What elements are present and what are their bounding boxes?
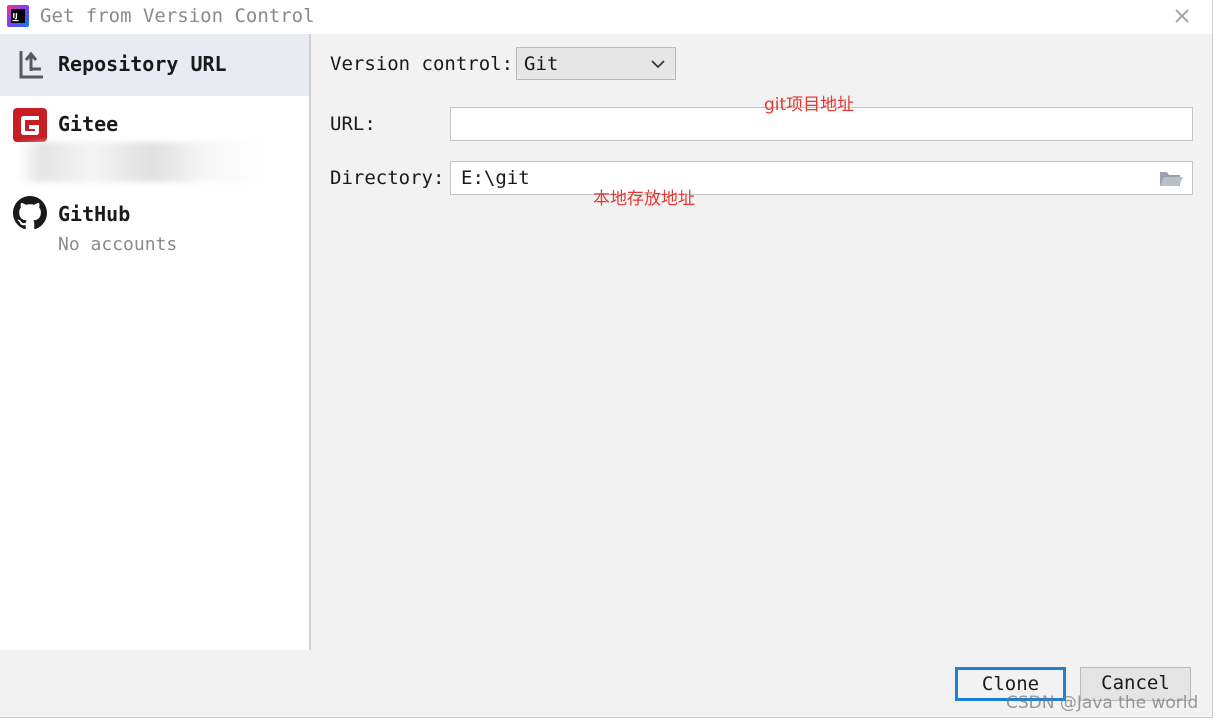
- sidebar: Repository URL Gitee GitHub No accounts: [0, 34, 311, 650]
- chevron-down-icon: [651, 60, 665, 69]
- url-annotation: git项目地址: [764, 95, 855, 115]
- intellij-app-icon: IJ: [7, 5, 29, 27]
- window-title: Get from Version Control: [40, 5, 315, 27]
- sidebar-item-label: Repository URL: [58, 52, 227, 76]
- sidebar-item-label: Gitee: [58, 112, 119, 136]
- version-control-select[interactable]: Git: [516, 47, 676, 80]
- redacted-account-info: [18, 142, 263, 182]
- title-bar: IJ Get from Version Control: [0, 0, 1212, 34]
- browse-folder-icon[interactable]: [1158, 167, 1184, 189]
- github-accounts-status: No accounts: [58, 234, 178, 255]
- svg-text:IJ: IJ: [13, 12, 18, 20]
- directory-annotation: 本地存放地址: [593, 189, 695, 209]
- version-control-value: Git: [524, 53, 559, 75]
- url-label: URL:: [330, 113, 376, 135]
- version-control-label: Version control:: [330, 53, 514, 75]
- sidebar-item-label: GitHub: [58, 202, 131, 226]
- sidebar-item-github[interactable]: GitHub No accounts: [0, 184, 309, 264]
- directory-label: Directory:: [330, 167, 445, 189]
- close-icon[interactable]: [1170, 4, 1194, 28]
- github-icon: [13, 196, 47, 230]
- csdn-watermark: CSDN @Java the world: [1006, 693, 1199, 713]
- directory-input[interactable]: [450, 161, 1193, 195]
- get-from-vcs-dialog: IJ Get from Version Control Repository U…: [0, 0, 1213, 718]
- repository-url-icon: [19, 51, 43, 79]
- gitee-icon: [13, 108, 47, 142]
- sidebar-item-repository-url[interactable]: Repository URL: [0, 34, 309, 96]
